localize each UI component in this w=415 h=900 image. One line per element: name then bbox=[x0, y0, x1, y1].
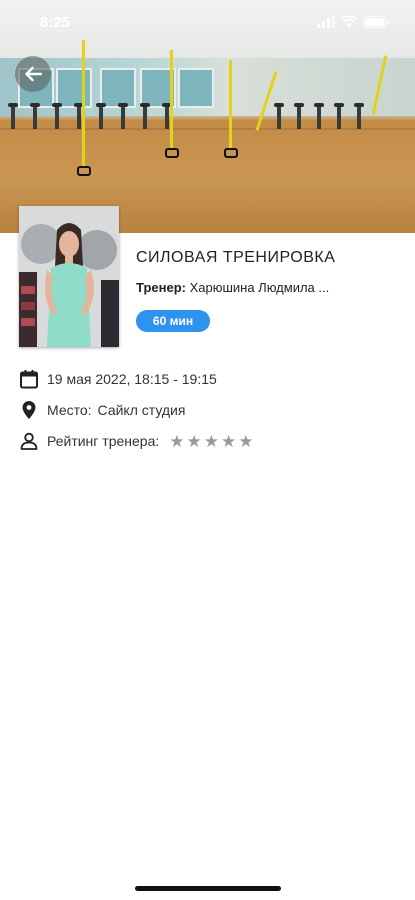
date-row: 19 мая 2022, 18:15 - 19:15 bbox=[18, 368, 217, 390]
trainer-name: Харюшина Людмила ... bbox=[189, 280, 330, 295]
class-datetime: 19 мая 2022, 18:15 - 19:15 bbox=[47, 371, 217, 387]
wifi-icon bbox=[341, 16, 357, 27]
back-button[interactable] bbox=[15, 56, 51, 92]
rating-stars[interactable]: ★ ★ ★ ★ ★ bbox=[169, 433, 253, 450]
status-time: 8:25 bbox=[40, 14, 71, 31]
home-indicator bbox=[135, 886, 281, 891]
star-icon[interactable]: ★ bbox=[169, 433, 184, 450]
cellular-signal-icon bbox=[317, 16, 335, 28]
location-pin-icon bbox=[18, 399, 40, 421]
status-bar: 8:25 bbox=[0, 14, 415, 34]
arrow-left-icon bbox=[25, 66, 42, 82]
class-title: СИЛОВАЯ ТРЕНИРОВКА bbox=[136, 249, 336, 266]
trainer-photo bbox=[19, 206, 119, 347]
trainer-line[interactable]: Тренер: Харюшина Людмила ... bbox=[136, 280, 366, 295]
rating-label: Рейтинг тренера: bbox=[47, 433, 160, 449]
duration-badge: 60 мин bbox=[136, 310, 210, 332]
battery-icon bbox=[363, 16, 389, 28]
place-label: Место: bbox=[47, 402, 92, 418]
trainer-rating-row: Рейтинг тренера: ★ ★ ★ ★ ★ bbox=[18, 430, 254, 452]
place-row: Место: Сайкл студия bbox=[18, 399, 185, 421]
hero-gym-image bbox=[0, 0, 415, 233]
place-value: Сайкл студия bbox=[97, 402, 186, 418]
star-icon[interactable]: ★ bbox=[238, 433, 253, 450]
calendar-icon bbox=[18, 368, 40, 390]
status-icons bbox=[317, 16, 389, 28]
person-icon bbox=[18, 430, 40, 452]
trainer-label: Тренер: bbox=[136, 280, 186, 295]
star-icon[interactable]: ★ bbox=[187, 433, 202, 450]
star-icon[interactable]: ★ bbox=[204, 433, 219, 450]
star-icon[interactable]: ★ bbox=[221, 433, 236, 450]
